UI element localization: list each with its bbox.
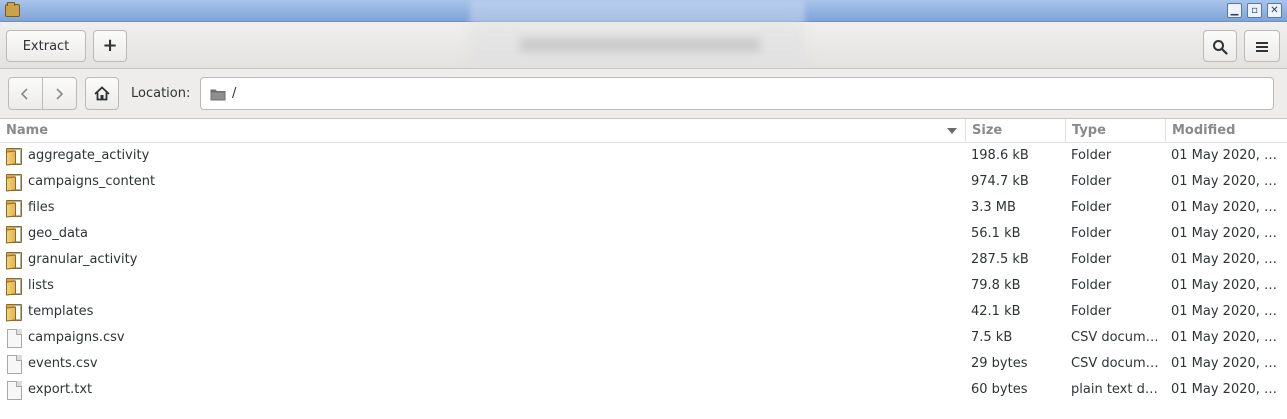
file-row[interactable]: aggregate_activity 198.6 kB Folder 01 May 2… <box>0 143 1287 169</box>
file-type: Folder <box>1071 252 1112 267</box>
blurred-window-title <box>470 0 805 22</box>
file-type: Folder <box>1071 148 1112 163</box>
file-list: aggregate_activity 198.6 kB Folder 01 May 2… <box>0 143 1287 403</box>
file-name: templates <box>28 304 94 319</box>
file-icon <box>4 380 24 400</box>
file-modified: 01 May 2020, … <box>1171 226 1278 241</box>
header-bar: Extract + <box>0 22 1287 69</box>
file-name: lists <box>28 278 54 293</box>
file-name: events.csv <box>28 356 98 371</box>
file-type: Folder <box>1071 174 1112 189</box>
back-button[interactable] <box>9 78 43 109</box>
location-path: / <box>232 86 237 101</box>
extract-button[interactable]: Extract <box>6 30 86 62</box>
search-icon <box>1213 40 1228 55</box>
file-modified: 01 May 2020, … <box>1171 252 1278 267</box>
file-icon <box>4 354 24 374</box>
file-name: files <box>28 200 55 215</box>
file-modified: 01 May 2020, … <box>1171 148 1278 163</box>
file-size: 7.5 kB <box>971 330 1013 345</box>
file-name: campaigns_content <box>28 174 156 189</box>
chevron-right-icon <box>56 87 64 100</box>
file-modified: 01 May 2020, … <box>1171 382 1278 397</box>
archive-app-icon <box>5 2 20 17</box>
column-header-size[interactable]: Size <box>966 119 1066 143</box>
file-size: 198.6 kB <box>971 148 1029 163</box>
column-headers: Name Size Type Modified <box>0 119 1287 143</box>
file-type: CSV docum… <box>1071 356 1159 371</box>
file-modified: 01 May 2020, … <box>1171 330 1278 345</box>
file-modified: 01 May 2020, … <box>1171 200 1278 215</box>
file-type: CSV docum… <box>1071 330 1159 345</box>
file-type: Folder <box>1071 200 1112 215</box>
forward-button[interactable] <box>43 78 77 109</box>
file-icon <box>4 328 24 348</box>
add-files-button[interactable]: + <box>93 30 127 62</box>
file-row[interactable]: files 3.3 MB Folder 01 May 2020, … <box>0 195 1287 221</box>
file-row[interactable]: export.txt 60 bytes plain text d… 01 May 20… <box>0 377 1287 403</box>
blurred-subtitle <box>520 38 760 52</box>
file-size: 60 bytes <box>971 382 1028 397</box>
file-size: 974.7 kB <box>971 174 1029 189</box>
file-row[interactable]: geo_data 56.1 kB Folder 01 May 2020, … <box>0 221 1287 247</box>
file-row[interactable]: granular_activity 287.5 kB Folder 01 May 20… <box>0 247 1287 273</box>
folder-icon <box>4 302 24 322</box>
maximize-button[interactable]: ▫ <box>1247 3 1262 18</box>
file-type: Folder <box>1071 226 1112 241</box>
file-modified: 01 May 2020, … <box>1171 174 1278 189</box>
file-row[interactable]: lists 79.8 kB Folder 01 May 2020, … <box>0 273 1287 299</box>
column-header-name[interactable]: Name <box>0 119 966 143</box>
file-size: 287.5 kB <box>971 252 1029 267</box>
column-header-type[interactable]: Type <box>1066 119 1166 143</box>
file-name: aggregate_activity <box>28 148 150 163</box>
folder-icon <box>4 172 24 192</box>
file-modified: 01 May 2020, … <box>1171 356 1278 371</box>
file-size: 79.8 kB <box>971 278 1021 293</box>
file-row[interactable]: campaigns_content 974.7 kB Folder 01 May 20… <box>0 169 1287 195</box>
file-type: plain text d… <box>1071 382 1158 397</box>
hamburger-menu-icon <box>1256 42 1268 52</box>
file-modified: 01 May 2020, … <box>1171 304 1278 319</box>
sort-descending-icon <box>947 128 957 134</box>
folder-icon <box>4 224 24 244</box>
close-window-button[interactable]: ✕ <box>1267 3 1282 18</box>
file-row[interactable]: templates 42.1 kB Folder 01 May 2020, … <box>0 299 1287 325</box>
home-icon <box>94 86 110 101</box>
file-type: Folder <box>1071 278 1112 293</box>
folder-icon <box>4 198 24 218</box>
search-button[interactable] <box>1203 30 1237 62</box>
file-size: 3.3 MB <box>971 200 1016 215</box>
folder-icon <box>4 146 24 166</box>
file-size: 56.1 kB <box>971 226 1021 241</box>
minimize-button[interactable]: ▁ <box>1227 3 1242 18</box>
location-field[interactable]: / <box>200 77 1274 110</box>
home-button[interactable] <box>85 77 119 110</box>
title-bar: ▁ ▫ ✕ <box>0 0 1287 22</box>
column-header-modified[interactable]: Modified <box>1166 119 1287 143</box>
file-row[interactable]: campaigns.csv 7.5 kB CSV docum… 01 May 2020… <box>0 325 1287 351</box>
folder-icon <box>4 276 24 296</box>
file-size: 42.1 kB <box>971 304 1021 319</box>
menu-button[interactable] <box>1244 30 1280 62</box>
file-name: export.txt <box>28 382 93 397</box>
file-size: 29 bytes <box>971 356 1028 371</box>
folder-icon <box>210 89 226 101</box>
location-label: Location: <box>131 86 191 101</box>
folder-icon <box>4 250 24 270</box>
file-modified: 01 May 2020, … <box>1171 278 1278 293</box>
file-name: campaigns.csv <box>28 330 125 345</box>
file-name: geo_data <box>28 226 88 241</box>
file-row[interactable]: events.csv 29 bytes CSV docum… 01 May 2020,… <box>0 351 1287 377</box>
file-type: Folder <box>1071 304 1112 319</box>
location-bar: Location: / <box>0 69 1287 119</box>
navigation-buttons <box>8 77 77 110</box>
chevron-left-icon <box>21 87 28 100</box>
file-name: granular_activity <box>28 252 138 267</box>
